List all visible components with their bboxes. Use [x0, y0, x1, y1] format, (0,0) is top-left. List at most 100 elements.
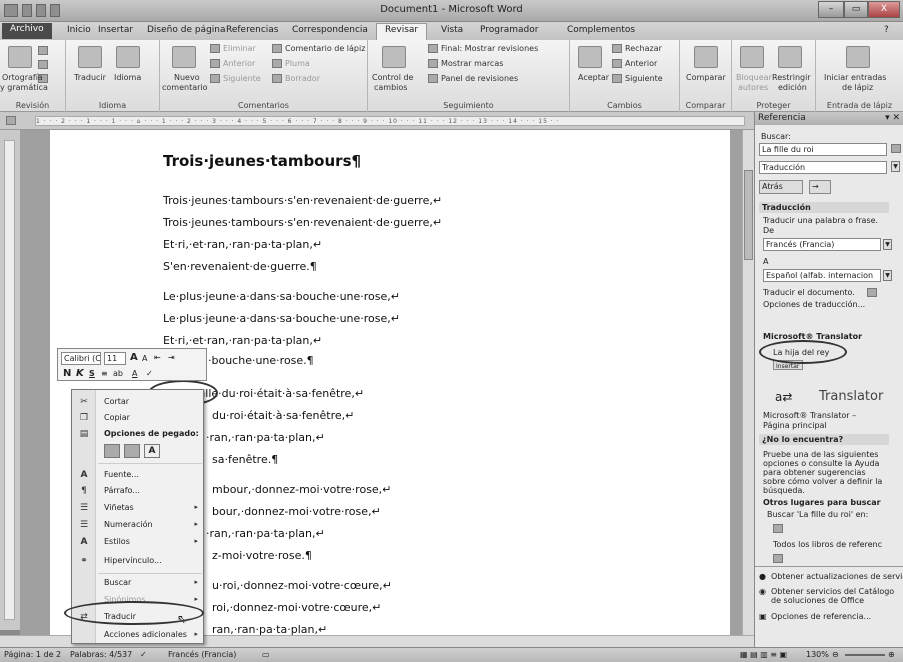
zoom-out-icon[interactable]: ⊖ [832, 650, 839, 659]
search-go-icon[interactable] [891, 144, 901, 153]
tab-vista[interactable]: Vista [441, 25, 463, 35]
word-count[interactable]: Palabras: 4/537 [70, 650, 132, 659]
doc-line[interactable]: ·ran,·ran·pa·ta·plan,↵ [206, 527, 325, 540]
compare-icon[interactable] [694, 46, 718, 68]
doc-line[interactable]: S'en·revenaient·de·guerre.¶ [163, 260, 317, 273]
accept-button[interactable]: Aceptar [578, 73, 609, 83]
tab-insertar[interactable]: Insertar [98, 25, 133, 35]
previous-change-button[interactable]: Anterior [625, 59, 657, 69]
grammar-label[interactable]: y gramática [0, 83, 48, 93]
menu-item-cortar[interactable]: Cortar [104, 397, 129, 406]
reviewing-pane-dropdown[interactable]: Panel de revisiones [441, 74, 518, 84]
restrict-editing-icon[interactable] [778, 46, 802, 68]
menu-item-numeracion[interactable]: Numeración [104, 520, 153, 529]
paste-keep-format-icon[interactable] [104, 444, 120, 458]
doc-line[interactable]: Trois·jeunes·tambours·s'en·revenaient·de… [163, 216, 442, 229]
highlight-icon[interactable]: ab [113, 369, 123, 379]
books-icon[interactable] [773, 554, 783, 563]
show-markup-dropdown[interactable]: Mostrar marcas [441, 59, 503, 69]
spelling-icon[interactable] [8, 46, 32, 68]
doc-line[interactable]: Le·plus·jeune·a·dans·sa·bouche·une·rose,… [163, 312, 400, 325]
doc-line[interactable]: u·roi,·donnez-moi·votre·cœure,↵ [212, 579, 392, 592]
menu-item-fuente[interactable]: Fuente... [104, 470, 139, 479]
reference-options-link[interactable]: Opciones de referencia... [771, 612, 871, 622]
help-icon[interactable]: ? [884, 25, 889, 35]
accept-icon[interactable] [578, 46, 602, 68]
translate-button[interactable]: Traducir [74, 73, 106, 83]
translate-doc-go-icon[interactable] [867, 288, 877, 297]
thesaurus-icon[interactable] [38, 60, 48, 69]
get-services-link-2[interactable]: de soluciones de Office [771, 596, 864, 606]
paste-text-only-icon[interactable]: A [144, 444, 160, 458]
tab-correspondencia[interactable]: Correspondencia [292, 25, 368, 35]
doc-line[interactable]: sa·fenêtre.¶ [212, 453, 278, 466]
tab-inicio[interactable]: Inicio [67, 25, 91, 35]
next-change-button[interactable]: Siguiente [625, 74, 663, 84]
decrease-indent-icon[interactable]: ⇤ [154, 353, 161, 363]
to-language-select[interactable]: Español (alfab. internacion [763, 269, 881, 282]
doc-line[interactable]: z-moi·votre·rose.¶ [212, 549, 312, 562]
pen-button[interactable]: Pluma [285, 59, 310, 69]
display-review-icon[interactable] [428, 44, 438, 53]
shrink-font-icon[interactable]: A [142, 354, 147, 364]
translation-section-header[interactable]: Traducción [759, 202, 889, 213]
view-buttons[interactable]: ▦ ▤ ▥ ≡ ▣ [740, 650, 787, 659]
start-inking-label-2[interactable]: de lápiz [842, 83, 873, 93]
ink-comment-button[interactable]: Comentario de lápiz [285, 44, 365, 54]
italic-icon[interactable]: K [76, 369, 84, 379]
forward-button[interactable]: → [809, 180, 831, 194]
research-icon[interactable] [38, 46, 48, 55]
delete-comment-button[interactable]: Eliminar [223, 44, 256, 54]
tab-complementos[interactable]: Complementos [567, 25, 635, 35]
translate-document-link[interactable]: Traducir el documento. [763, 288, 855, 298]
zoom-slider[interactable] [845, 654, 885, 656]
back-button[interactable]: Atrás [759, 180, 803, 194]
document-vertical-scrollbar[interactable] [742, 130, 754, 635]
all-reference-books-link[interactable]: Todos los libros de referenc [773, 540, 882, 550]
search-input[interactable]: La fille du roi [759, 143, 887, 156]
tab-diseno[interactable]: Diseño de página [147, 25, 226, 35]
translate-icon[interactable] [78, 46, 102, 68]
doc-line[interactable]: Le·plus·jeune·a·dans·sa·bouche·une·rose,… [163, 290, 400, 303]
menu-item-acciones[interactable]: Acciones adicionales [104, 630, 187, 639]
tab-referencias[interactable]: Referencias [226, 25, 279, 35]
reject-button[interactable]: Rechazar [625, 44, 662, 54]
start-inking-button[interactable]: Iniciar entradas [824, 73, 886, 83]
ink-comment-icon[interactable] [272, 44, 282, 53]
maximize-button[interactable]: ▭ [844, 1, 868, 18]
font-size-box[interactable]: 11 [104, 352, 126, 365]
doc-line[interactable]: Trois·jeunes·tambours·s'en·revenaient·de… [163, 194, 442, 207]
track-changes-label[interactable]: Control de [372, 73, 413, 83]
show-markup-icon[interactable] [428, 59, 438, 68]
language-button[interactable]: Idioma [114, 73, 141, 83]
block-authors-label-2[interactable]: autores [738, 83, 768, 93]
books-icon[interactable] [773, 524, 783, 533]
menu-item-hipervinculo[interactable]: Hipervínculo... [104, 556, 162, 565]
track-changes-icon[interactable] [382, 46, 406, 68]
from-language-select[interactable]: Francés (Francia) [763, 238, 881, 251]
block-authors-icon[interactable] [740, 46, 764, 68]
ink-icon[interactable] [846, 46, 870, 68]
block-authors-button[interactable]: Bloquear [736, 73, 772, 83]
underline-icon[interactable]: S [89, 369, 95, 379]
menu-item-parrafo[interactable]: Párrafo... [104, 486, 140, 495]
language-icon[interactable] [116, 46, 140, 68]
increase-indent-icon[interactable]: ⇥ [168, 353, 175, 363]
doc-line[interactable]: Et·ri,·et·ran,·ran·pa·ta·plan,↵ [163, 334, 322, 347]
proofing-icon[interactable]: ✓ [140, 650, 147, 659]
previous-comment-button[interactable]: Anterior [223, 59, 255, 69]
zoom-in-icon[interactable]: ⊕ [888, 650, 895, 659]
bold-icon[interactable]: N [63, 369, 71, 379]
new-comment-label[interactable]: Nuevo [174, 73, 200, 83]
tab-revisar[interactable]: Revisar [376, 23, 428, 40]
tab-programador[interactable]: Programador [480, 25, 538, 35]
pane-close-icon[interactable]: ▾ ✕ [885, 113, 900, 123]
language-status[interactable]: Francés (Francia) [168, 650, 236, 659]
not-found-header[interactable]: ¿No lo encuentra? [759, 434, 889, 445]
spelling-label[interactable]: Ortografía [2, 73, 43, 83]
grow-font-icon[interactable]: A [130, 353, 138, 363]
doc-line[interactable]: du·roi·était·à·sa·fenêtre,↵ [212, 409, 354, 422]
font-color-icon[interactable]: A [132, 369, 137, 379]
restrict-editing-button[interactable]: Restringir [772, 73, 811, 83]
horizontal-ruler[interactable]: 1 · · · 2 · · · 1 · · · 1 · · · ⌂ · · · … [0, 112, 754, 130]
